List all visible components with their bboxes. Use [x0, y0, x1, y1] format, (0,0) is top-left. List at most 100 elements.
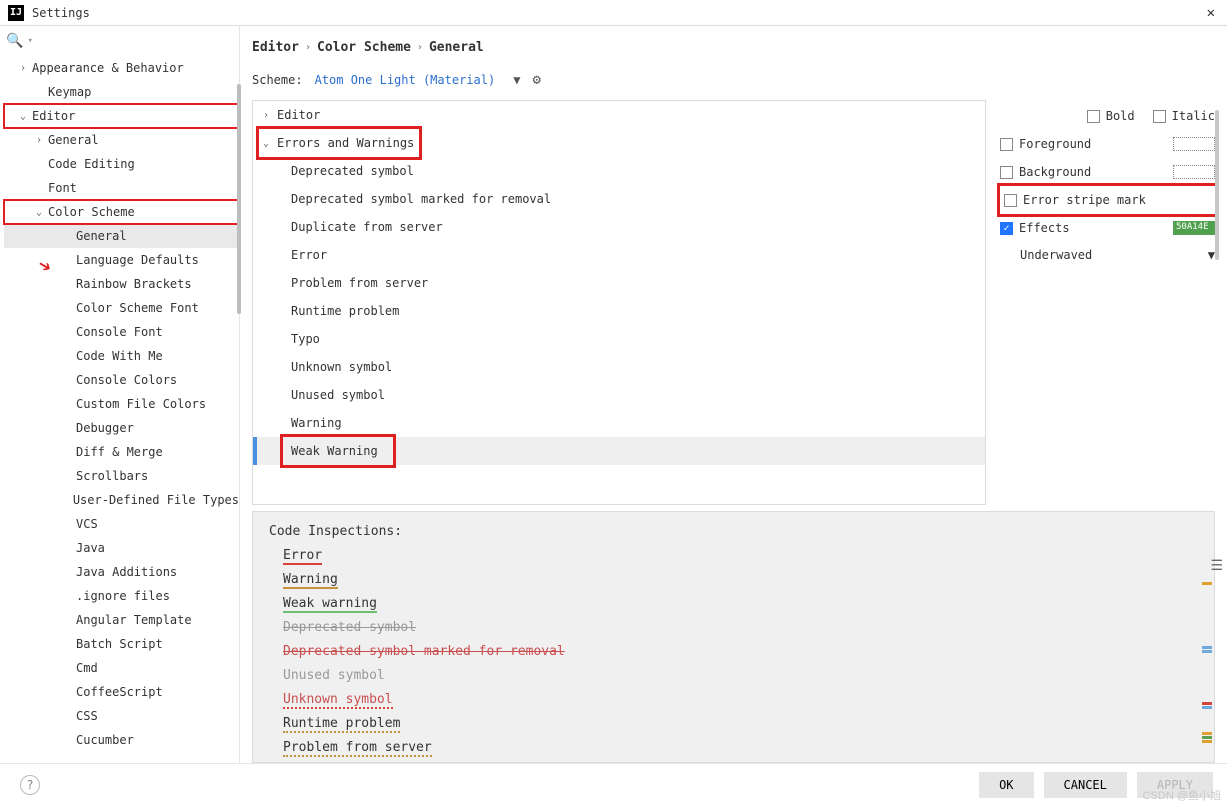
error-stripe-bar [1200, 572, 1212, 756]
foreground-checkbox[interactable] [1000, 138, 1013, 151]
sidebar-item[interactable]: Cucumber [4, 728, 239, 752]
category-item[interactable]: Duplicate from server [253, 213, 985, 241]
close-icon[interactable]: ✕ [1203, 5, 1219, 21]
sidebar-item-label: Code With Me [76, 349, 163, 363]
search-row[interactable]: 🔍 ▾ [0, 26, 239, 56]
sidebar: 🔍 ▾ ›Appearance & BehaviorKeymap⌄Editor›… [0, 26, 240, 763]
category-item[interactable]: Deprecated symbol marked for removal [253, 185, 985, 213]
category-item[interactable]: Warning [253, 409, 985, 437]
chevron-right-icon: › [36, 135, 48, 146]
main: 🔍 ▾ ›Appearance & BehaviorKeymap⌄Editor›… [0, 26, 1227, 763]
sidebar-item-label: VCS [76, 517, 98, 531]
background-checkbox[interactable] [1000, 166, 1013, 179]
sidebar-item-label: CSS [76, 709, 98, 723]
category-item[interactable]: ›Editor [253, 101, 985, 129]
chevron-down-icon: ⌄ [36, 207, 48, 218]
sidebar-item[interactable]: Language Defaults [4, 248, 239, 272]
categories-tree[interactable]: ›Editor⌄Errors and WarningsDeprecated sy… [252, 100, 986, 505]
category-label: Unknown symbol [291, 360, 392, 374]
sidebar-item-label: Diff & Merge [76, 445, 163, 459]
breadcrumb-a[interactable]: Editor [252, 40, 299, 55]
sidebar-item[interactable]: ⌄Editor [4, 104, 239, 128]
apply-button: APPLY [1137, 772, 1213, 798]
sidebar-item[interactable]: CSS [4, 704, 239, 728]
sidebar-item[interactable]: Diff & Merge [4, 440, 239, 464]
sidebar-item-label: Scrollbars [76, 469, 148, 483]
category-item[interactable]: Unused symbol [253, 381, 985, 409]
sidebar-item[interactable]: Code Editing [4, 152, 239, 176]
category-label: Typo [291, 332, 320, 346]
category-label: Duplicate from server [291, 220, 443, 234]
sidebar-item[interactable]: General [4, 224, 239, 248]
effects-swatch[interactable] [1173, 221, 1215, 235]
preview-text: Unknown symbol [283, 692, 393, 709]
sidebar-item[interactable]: Console Colors [4, 368, 239, 392]
preview-header: Code Inspections: [269, 520, 1198, 544]
category-label: Unused symbol [291, 388, 385, 402]
help-button[interactable]: ? [20, 775, 40, 795]
preview-line: Warning [269, 568, 1198, 592]
breadcrumb-b[interactable]: Color Scheme [317, 40, 411, 55]
sidebar-item[interactable]: ›General [4, 128, 239, 152]
category-item[interactable]: Problem from server [253, 269, 985, 297]
bold-checkbox[interactable] [1087, 110, 1100, 123]
effects-type-dropdown[interactable]: Underwaved ▼ [1020, 248, 1215, 262]
scrollbar[interactable] [1215, 110, 1219, 260]
category-item[interactable]: Deprecated symbol [253, 157, 985, 185]
sidebar-item[interactable]: .ignore files [4, 584, 239, 608]
sidebar-item-label: CoffeeScript [76, 685, 163, 699]
preview-text: Runtime problem [283, 716, 400, 733]
sidebar-item[interactable]: Console Font [4, 320, 239, 344]
preview-text: Unused symbol [283, 668, 385, 683]
search-icon: 🔍 [6, 33, 23, 49]
category-item[interactable]: Unknown symbol [253, 353, 985, 381]
sidebar-item[interactable]: Scrollbars [4, 464, 239, 488]
sidebar-item[interactable]: Code With Me [4, 344, 239, 368]
preview-line: Unknown symbol [269, 688, 1198, 712]
preview-text: Weak warning [283, 596, 377, 613]
error-stripe-checkbox[interactable] [1004, 194, 1017, 207]
effects-type-value: Underwaved [1020, 248, 1092, 262]
category-item[interactable]: Runtime problem [253, 297, 985, 325]
italic-checkbox[interactable] [1153, 110, 1166, 123]
sidebar-item[interactable]: User-Defined File Types [4, 488, 239, 512]
sidebar-item-label: Rainbow Brackets [76, 277, 192, 291]
sidebar-item-label: Console Font [76, 325, 163, 339]
chevron-right-icon: › [20, 63, 32, 74]
category-item[interactable]: Error [253, 241, 985, 269]
sidebar-item-label: Appearance & Behavior [32, 61, 184, 75]
menu-icon[interactable]: ☰ [1210, 558, 1223, 574]
sidebar-item-label: Java [76, 541, 105, 555]
scrollbar[interactable] [237, 84, 241, 314]
effects-checkbox[interactable]: ✓ [1000, 222, 1013, 235]
sidebar-item[interactable]: ⌄Color Scheme [4, 200, 239, 224]
foreground-label: Foreground [1019, 137, 1091, 151]
ok-button[interactable]: OK [979, 772, 1033, 798]
sidebar-item[interactable]: Cmd [4, 656, 239, 680]
sidebar-item-label: Batch Script [76, 637, 163, 651]
preview-panel: Code Inspections: ErrorWarningWeak warni… [252, 511, 1215, 763]
sidebar-item-label: .ignore files [76, 589, 170, 603]
background-swatch[interactable] [1173, 165, 1215, 179]
sidebar-item[interactable]: Color Scheme Font [4, 296, 239, 320]
sidebar-item[interactable]: Debugger [4, 416, 239, 440]
foreground-swatch[interactable] [1173, 137, 1215, 151]
sidebar-item[interactable]: Custom File Colors [4, 392, 239, 416]
scheme-dropdown[interactable]: Atom One Light (Material) ▼ [315, 73, 521, 87]
scheme-value: Atom One Light (Material) [315, 73, 496, 87]
sidebar-item[interactable]: Rainbow Brackets [4, 272, 239, 296]
sidebar-item-label: Language Defaults [76, 253, 199, 267]
sidebar-item[interactable]: CoffeeScript [4, 680, 239, 704]
settings-tree[interactable]: ›Appearance & BehaviorKeymap⌄Editor›Gene… [0, 56, 239, 763]
sidebar-item[interactable]: ›Appearance & Behavior [4, 56, 239, 80]
sidebar-item[interactable]: Font [4, 176, 239, 200]
sidebar-item[interactable]: Angular Template [4, 608, 239, 632]
sidebar-item[interactable]: Keymap [4, 80, 239, 104]
cancel-button[interactable]: CANCEL [1044, 772, 1127, 798]
sidebar-item[interactable]: Java Additions [4, 560, 239, 584]
category-item[interactable]: Typo [253, 325, 985, 353]
sidebar-item[interactable]: Java [4, 536, 239, 560]
gear-icon[interactable]: ⚙ [532, 72, 540, 88]
sidebar-item[interactable]: Batch Script [4, 632, 239, 656]
sidebar-item[interactable]: VCS [4, 512, 239, 536]
